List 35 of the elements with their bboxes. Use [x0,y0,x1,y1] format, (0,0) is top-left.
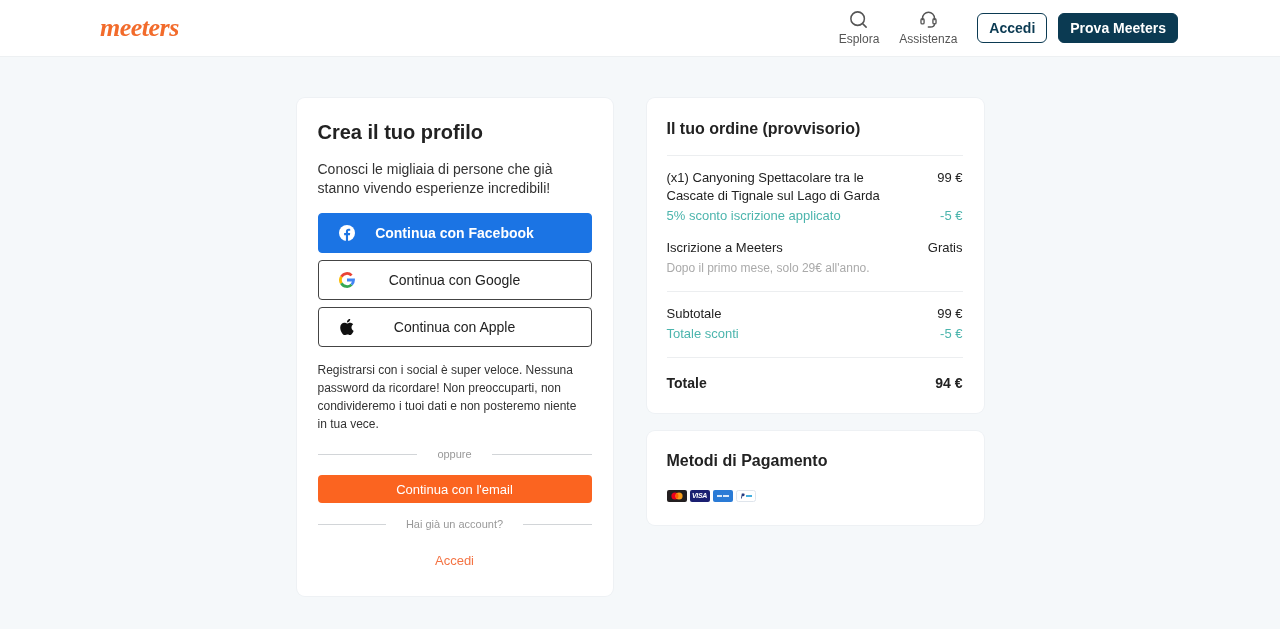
total-amount: 94 € [935,374,963,393]
signup-subtitle: Conosci le migliaia di persone che già stanno vivendo esperienze incredibili! [317,160,554,198]
facebook-icon [338,225,355,241]
paypal-card-icon [735,490,756,502]
headset-icon [919,10,937,28]
signup-title: Crea il tuo profilo [317,120,485,144]
order-item-price: 99 € [937,305,963,323]
account-prompt: Hai già un account? [405,517,504,532]
support-link[interactable]: Assistenza [899,10,958,46]
try-button[interactable]: Prova Meeters [1058,13,1178,43]
order-item-label: (x1) Canyoning Spettacolare tra le Cascate di Tignale sul Lago di Garda [666,169,881,205]
apple-icon [338,319,355,335]
membership-note: Dopo il primo mese, solo 29€ all'anno. [666,260,870,277]
explore-link[interactable]: Esplora [838,10,880,46]
order-title: Il tuo ordine (provvisorio) [666,119,862,139]
order-item-label: Subtotale [666,305,722,323]
order-item-price: 99 € [937,169,963,187]
google-icon [338,272,355,288]
discount-amount: -5 € [940,325,963,343]
google-login-button[interactable]: Continua con Google [317,260,592,300]
total-label: Totale [666,374,707,393]
search-icon [850,10,868,28]
amex-card-icon [712,490,733,502]
mastercard-icon [666,490,687,502]
facebook-login-button[interactable]: Continua con Facebook [317,213,592,253]
discount-amount: -5 € [940,207,963,225]
apple-login-button[interactable]: Continua con Apple [317,307,592,347]
payment-title: Metodi di Pagamento [666,451,829,471]
order-item-price: Gratis [927,239,963,257]
order-item-label: Iscrizione a Meeters [666,239,783,257]
divider-label: oppure [437,447,472,462]
privacy-note: Registrarsi con i social è super veloce. Nessuna password da ricordare! Non preoccuparti, non condivideremo i tuoi dati e non posteremo niente in tua vece. [317,362,578,433]
discount-label: Totale sconti [666,325,739,343]
login-button[interactable]: Accedi [977,13,1048,43]
discount-label: 5% sconto iscrizione applicato [666,207,841,225]
